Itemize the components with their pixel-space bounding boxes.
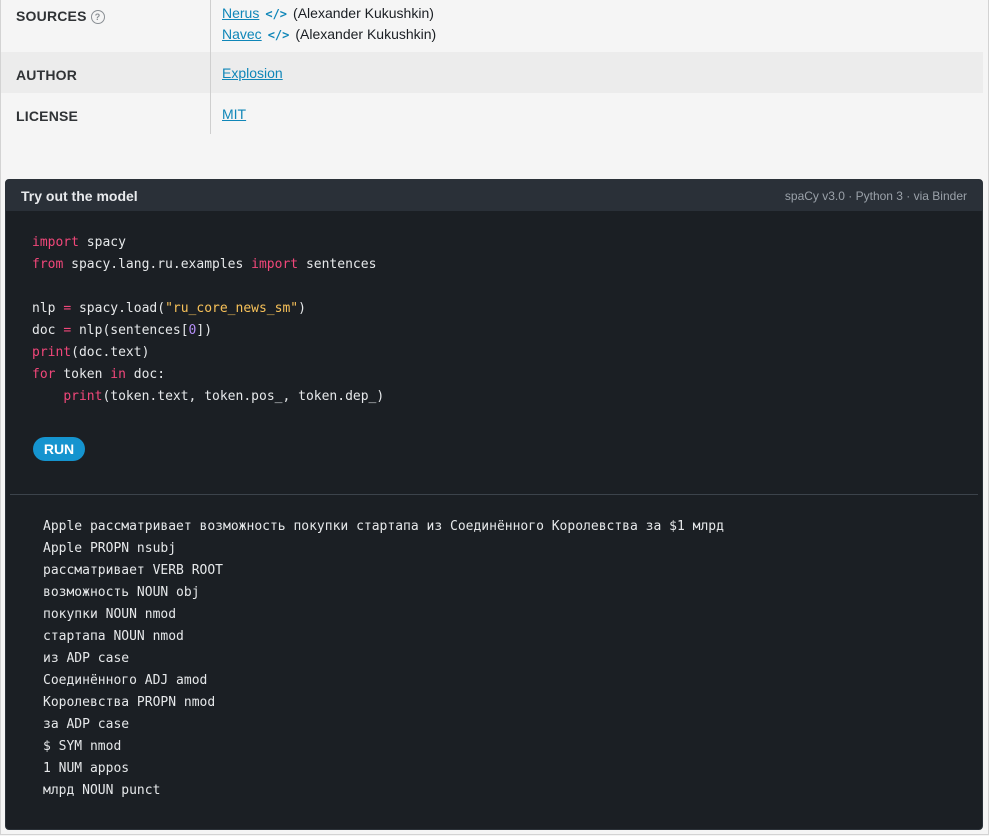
run-button[interactable]: RUN <box>33 437 85 461</box>
author-label: AUTHOR <box>16 67 78 83</box>
output-line: млрд NOUN punct <box>43 783 161 798</box>
output-line: Apple рассматривает возможность покупки … <box>43 519 724 534</box>
code-editor[interactable]: import spacy from spacy.lang.ru.examples … <box>32 232 384 408</box>
question-circle-icon[interactable]: ? <box>90 10 105 24</box>
source-entry-navec: Navec </> (Alexander Kukushkin) <box>222 26 436 42</box>
code-icon[interactable]: </> <box>265 7 287 21</box>
output-divider <box>10 494 978 495</box>
code-line: from spacy.lang.ru.examples import sente… <box>32 257 377 272</box>
output-line: 1 NUM appos <box>43 761 130 776</box>
output-line: из ADP case <box>43 651 130 666</box>
output-line: Королевства PROPN nmod <box>43 695 216 710</box>
output-line: Соединённого ADJ amod <box>43 673 208 688</box>
widget-title: Try out the model <box>21 188 138 204</box>
code-line: print(doc.text) <box>32 345 150 360</box>
meta-row-author: AUTHOR Explosion <box>1 52 983 93</box>
output-line: рассматривает VERB ROOT <box>43 563 224 578</box>
output-line: возможность NOUN obj <box>43 585 200 600</box>
output-line: $ SYM nmod <box>43 739 122 754</box>
source-link-nerus[interactable]: Nerus <box>222 5 259 21</box>
code-icon[interactable]: </> <box>268 28 290 42</box>
output-line: за ADP case <box>43 717 130 732</box>
source-link-navec[interactable]: Navec <box>222 26 262 42</box>
license-label: LICENSE <box>16 108 79 124</box>
output-line: покупки NOUN nmod <box>43 607 177 622</box>
output-line: стартапа NOUN nmod <box>43 629 184 644</box>
widget-runtime-info: spaCy v3.0 · Python 3 · via Binder <box>784 189 967 203</box>
code-line: import spacy <box>32 235 126 250</box>
source-author: (Alexander Kukushkin) <box>293 5 434 21</box>
code-output: Apple рассматривает возможность покупки … <box>43 516 724 802</box>
code-line: doc = nlp(sentences[0]) <box>32 323 213 338</box>
author-link[interactable]: Explosion <box>222 65 283 81</box>
source-author: (Alexander Kukushkin) <box>295 26 437 42</box>
meta-row-license: LICENSE MIT <box>1 93 983 134</box>
meta-column-divider <box>210 0 211 134</box>
try-model-widget: Try out the model spaCy v3.0 · Python 3 … <box>5 179 983 830</box>
widget-header: Try out the model spaCy v3.0 · Python 3 … <box>6 180 982 211</box>
license-link[interactable]: MIT <box>222 106 246 122</box>
code-line: nlp = spacy.load("ru_core_news_sm") <box>32 301 306 316</box>
code-line: for token in doc: <box>32 367 166 382</box>
meta-row-sources: SOURCES? Nerus </> (Alexander Kukushkin) N… <box>1 0 983 52</box>
code-line: print(token.text, token.pos_, token.dep_… <box>63 389 385 404</box>
output-line: Apple PROPN nsubj <box>43 541 177 556</box>
sources-label: SOURCES? <box>16 8 105 24</box>
source-entry-nerus: Nerus </> (Alexander Kukushkin) <box>222 5 434 21</box>
